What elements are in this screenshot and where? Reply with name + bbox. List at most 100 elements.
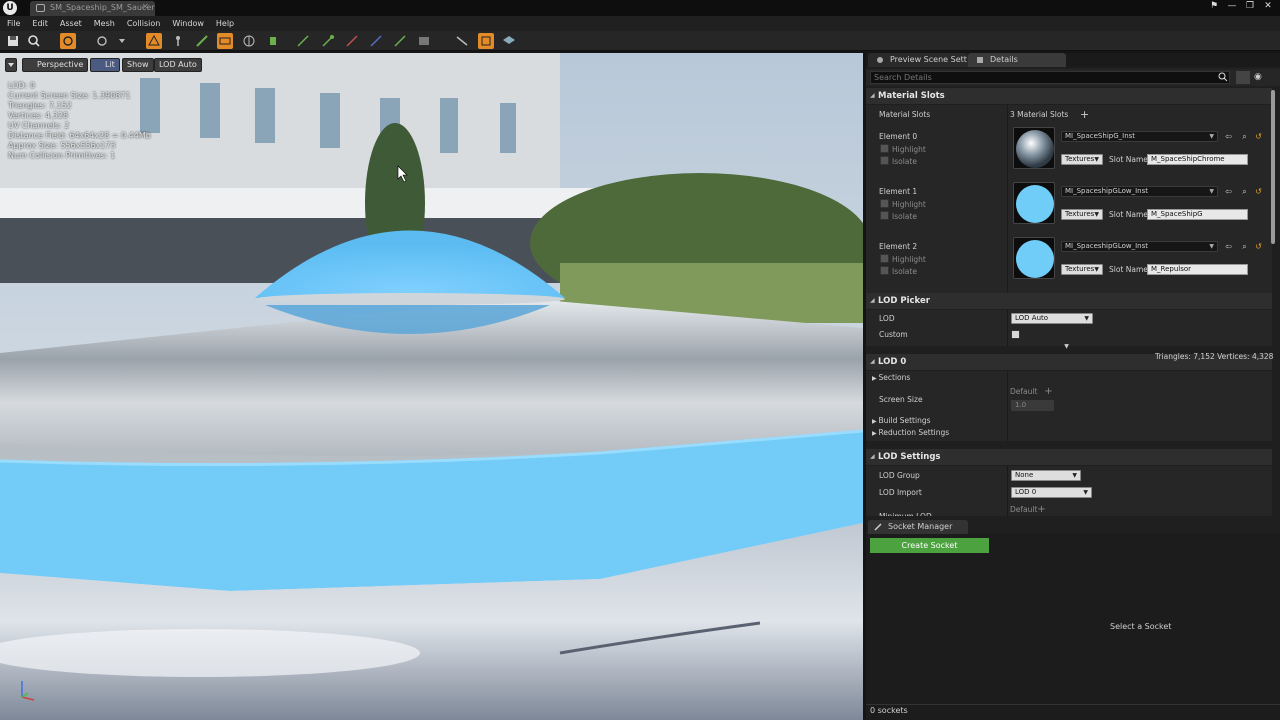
element-2-highlight-label: Highlight: [892, 255, 926, 264]
element-0-material-combo[interactable]: MI_SpaceShipG_Inst ▼: [1061, 131, 1218, 142]
element-0-textures-combo[interactable]: Textures ▼: [1061, 154, 1103, 165]
tangents-icon[interactable]: [368, 33, 384, 49]
menu-file[interactable]: File: [7, 16, 20, 31]
details-scrollbar[interactable]: [1271, 90, 1275, 244]
sockets-icon[interactable]: [320, 33, 336, 49]
wireframe-toggle-icon[interactable]: [146, 33, 162, 49]
reduction-settings-row[interactable]: ▶ Reduction Settings: [872, 428, 949, 437]
bounds-icon[interactable]: [241, 33, 257, 49]
close-window-icon[interactable]: ✕: [1260, 0, 1276, 12]
element-0-label: Element 0: [879, 132, 918, 141]
element-2-material-thumbnail[interactable]: [1013, 237, 1055, 279]
lit-button[interactable]: Lit: [90, 58, 120, 72]
lod-picker-value: LOD Auto: [1015, 314, 1049, 322]
close-tab-icon[interactable]: ×: [141, 2, 149, 12]
element-2-highlight-checkbox[interactable]: [880, 254, 889, 263]
browse-icon[interactable]: [26, 33, 42, 49]
lod-import-combo[interactable]: LOD 0 ▼: [1011, 487, 1092, 498]
brush-icon[interactable]: [194, 33, 210, 49]
element-2-browse-icon[interactable]: ⌕: [1240, 242, 1249, 251]
search-details-input[interactable]: [870, 71, 1230, 84]
minimize-icon[interactable]: —: [1224, 0, 1240, 12]
uv-icon[interactable]: [416, 33, 432, 49]
element-1-isolate-checkbox[interactable]: [880, 211, 889, 220]
element-2-isolate-checkbox[interactable]: [880, 266, 889, 275]
details-icon: [977, 57, 983, 63]
normals-icon[interactable]: [344, 33, 360, 49]
sections-label: Sections: [878, 373, 911, 382]
lod-0-stats: Triangles: 7,152 Vertices: 4,328: [1155, 352, 1274, 361]
menu-help[interactable]: Help: [216, 16, 234, 31]
visibility-eye-icon[interactable]: ◉: [1254, 71, 1268, 84]
menu-collision[interactable]: Collision: [127, 16, 161, 31]
tab-socket-manager[interactable]: Socket Manager: [868, 520, 968, 534]
element-1-slot-name-field[interactable]: M_SpaceShipG: [1147, 209, 1248, 220]
make-convex-icon[interactable]: [454, 33, 470, 49]
menu-window[interactable]: Window: [172, 16, 204, 31]
mesh-viewport[interactable]: Perspective Lit Show LOD Auto LOD: 0 Cur…: [0, 53, 863, 720]
tab-details[interactable]: Details: [968, 53, 1066, 67]
element-1-browse-icon[interactable]: ⌕: [1240, 187, 1249, 196]
element-2-material-combo[interactable]: MI_SpaceshipGLow_Inst ▼: [1061, 241, 1218, 252]
category-lod-settings[interactable]: ◢ LOD Settings: [866, 449, 1272, 465]
element-0-reset-icon[interactable]: ↺: [1254, 132, 1263, 141]
category-material-slots[interactable]: ◢ Material Slots: [866, 88, 1272, 104]
perspective-button[interactable]: Perspective: [22, 58, 89, 72]
element-1-reset-icon[interactable]: ↺: [1254, 187, 1263, 196]
add-screen-size-icon[interactable]: +: [1044, 387, 1053, 397]
tab-preview-scene-settings[interactable]: Preview Scene Sett: [868, 53, 968, 67]
sections-row[interactable]: ▶ Sections: [872, 373, 910, 382]
lod-auto-button[interactable]: LOD Auto: [154, 58, 202, 72]
view-options-icon[interactable]: [1236, 71, 1250, 84]
element-2-use-selected-icon[interactable]: ⇦: [1224, 242, 1233, 251]
create-socket-button[interactable]: Create Socket: [870, 538, 989, 553]
element-2-reset-icon[interactable]: ↺: [1254, 242, 1263, 251]
minimum-lod-label: Minimum LOD: [879, 512, 932, 516]
custom-lod-checkbox[interactable]: [1011, 330, 1020, 339]
element-1-material-thumbnail[interactable]: [1013, 182, 1055, 224]
maximize-icon[interactable]: ❐: [1242, 0, 1258, 12]
binormals-icon[interactable]: [392, 33, 408, 49]
menu-asset[interactable]: Asset: [60, 16, 82, 31]
layers-icon[interactable]: [501, 33, 517, 49]
element-1-textures-combo[interactable]: Textures ▼: [1061, 209, 1103, 220]
build-settings-row[interactable]: ▶ Build Settings: [872, 416, 931, 425]
add-minimum-lod-icon[interactable]: +: [1037, 505, 1046, 515]
vertex-icon[interactable]: [170, 33, 186, 49]
element-0-browse-icon[interactable]: ⌕: [1240, 132, 1249, 141]
element-1-highlight-checkbox[interactable]: [880, 199, 889, 208]
collision-icon[interactable]: [265, 33, 281, 49]
element-0-slot-name-field[interactable]: M_SpaceShipChrome: [1147, 154, 1248, 165]
viewport-options-icon[interactable]: [5, 58, 17, 72]
preview-lod-icon[interactable]: [478, 33, 494, 49]
add-material-slot-icon[interactable]: +: [1080, 109, 1089, 120]
lod-group-combo[interactable]: None ▼: [1011, 470, 1081, 481]
save-icon[interactable]: [5, 33, 21, 49]
element-0-highlight-checkbox[interactable]: [880, 144, 889, 153]
element-1-material-combo[interactable]: MI_SpaceshipGLow_Inst ▼: [1061, 186, 1218, 197]
transform-icon[interactable]: [94, 33, 110, 49]
dropdown-arrow-icon[interactable]: [114, 33, 130, 49]
reimport-icon[interactable]: [60, 33, 76, 49]
grid-toggle-icon[interactable]: [217, 33, 233, 49]
dropdown-arrow-icon: ▼: [1083, 489, 1088, 496]
element-2-slot-name-field[interactable]: M_Repulsor: [1147, 264, 1248, 275]
category-lod-picker[interactable]: ◢ LOD Picker: [866, 293, 1272, 309]
pivot-icon[interactable]: [295, 33, 311, 49]
element-0-isolate-checkbox[interactable]: [880, 156, 889, 165]
menu-mesh[interactable]: Mesh: [94, 16, 115, 31]
expand-arrow-icon[interactable]: ▼: [1062, 342, 1071, 351]
pin-icon[interactable]: ⚑: [1206, 0, 1222, 12]
search-icon[interactable]: [1218, 72, 1228, 82]
screen-size-field[interactable]: 1.0: [1011, 400, 1054, 411]
asset-document-tab[interactable]: SM_Spaceship_SM_Saucer ×: [30, 1, 155, 16]
stat-collision: Num Collision Primitives: 1: [8, 151, 116, 160]
collapse-arrow-icon: ◢: [870, 358, 875, 365]
element-0-material-thumbnail[interactable]: [1013, 127, 1055, 169]
element-2-textures-combo[interactable]: Textures ▼: [1061, 264, 1103, 275]
show-button[interactable]: Show: [122, 58, 154, 72]
lod-picker-combo[interactable]: LOD Auto ▼: [1011, 313, 1093, 324]
element-1-use-selected-icon[interactable]: ⇦: [1224, 187, 1233, 196]
menu-edit[interactable]: Edit: [32, 16, 48, 31]
element-0-use-selected-icon[interactable]: ⇦: [1224, 132, 1233, 141]
